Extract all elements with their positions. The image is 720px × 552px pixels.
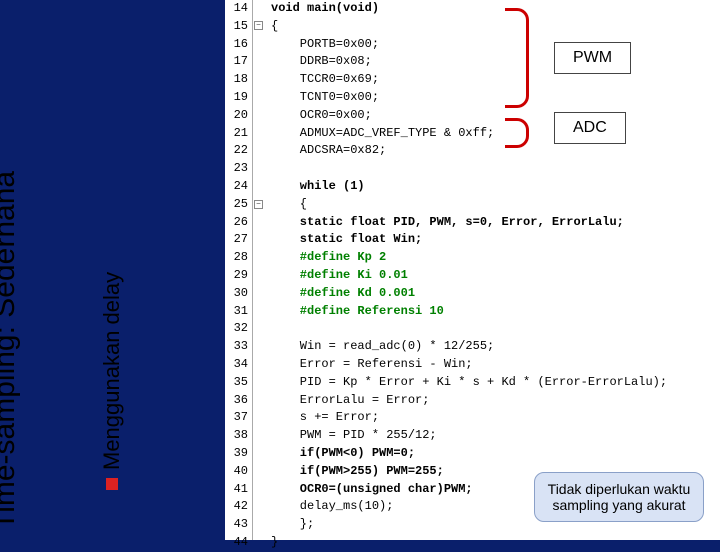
- line-number: 40: [225, 463, 248, 481]
- line-number: 26: [225, 214, 248, 232]
- line-number: 15: [225, 18, 248, 36]
- line-number: 20: [225, 107, 248, 125]
- line-number-gutter: 1415161718192021222324252627282930313233…: [225, 0, 253, 540]
- subtitle-text: Menggunakan delay: [99, 272, 125, 470]
- line-number: 30: [225, 285, 248, 303]
- code-line: #define Kd 0.001: [271, 285, 720, 303]
- line-number: 38: [225, 427, 248, 445]
- code-line: [271, 160, 720, 178]
- code-line: void main(void): [271, 0, 720, 18]
- line-number: 41: [225, 481, 248, 499]
- code-line: ADMUX=ADC_VREF_TYPE & 0xff;: [271, 125, 720, 143]
- slide-subtitle: Menggunakan delay: [99, 272, 125, 490]
- brace-icon: [505, 118, 529, 148]
- code-line: ErrorLalu = Error;: [271, 392, 720, 410]
- line-number: 18: [225, 71, 248, 89]
- annotation-pwm: PWM: [554, 42, 631, 74]
- line-number: 19: [225, 89, 248, 107]
- line-number: 35: [225, 374, 248, 392]
- line-number: 23: [225, 160, 248, 178]
- brace-icon: [505, 8, 529, 108]
- line-number: 32: [225, 320, 248, 338]
- line-number: 17: [225, 53, 248, 71]
- line-number: 25: [225, 196, 248, 214]
- code-line: {: [271, 196, 720, 214]
- line-number: 27: [225, 231, 248, 249]
- code-line: #define Ki 0.01: [271, 267, 720, 285]
- code-line: TCCR0=0x69;: [271, 71, 720, 89]
- line-number: 29: [225, 267, 248, 285]
- code-line: Error = Referensi - Win;: [271, 356, 720, 374]
- line-number: 22: [225, 142, 248, 160]
- code-line: Win = read_adc(0) * 12/255;: [271, 338, 720, 356]
- slide-title: Time-sampling: Sederhana: [0, 171, 22, 530]
- code-line: static float PID, PWM, s=0, Error, Error…: [271, 214, 720, 232]
- line-number: 31: [225, 303, 248, 321]
- code-line: PWM = PID * 255/12;: [271, 427, 720, 445]
- code-line: OCR0=0x00;: [271, 107, 720, 125]
- line-number: 14: [225, 0, 248, 18]
- line-number: 37: [225, 409, 248, 427]
- line-number: 44: [225, 534, 248, 552]
- line-number: 33: [225, 338, 248, 356]
- code-line: PID = Kp * Error + Ki * s + Kd * (Error-…: [271, 374, 720, 392]
- code-line: if(PWM<0) PWM=0;: [271, 445, 720, 463]
- line-number: 24: [225, 178, 248, 196]
- code-line: static float Win;: [271, 231, 720, 249]
- code-line: #define Referensi 10: [271, 303, 720, 321]
- code-content: void main(void){ PORTB=0x00; DDRB=0x08; …: [265, 0, 720, 540]
- annotation-adc: ADC: [554, 112, 626, 144]
- fold-column: − −: [253, 0, 265, 540]
- line-number: 34: [225, 356, 248, 374]
- line-number: 42: [225, 498, 248, 516]
- code-line: {: [271, 18, 720, 36]
- line-number: 43: [225, 516, 248, 534]
- code-line: while (1): [271, 178, 720, 196]
- code-editor: 1415161718192021222324252627282930313233…: [225, 0, 720, 540]
- code-line: s += Error;: [271, 409, 720, 427]
- line-number: 28: [225, 249, 248, 267]
- line-number: 16: [225, 36, 248, 54]
- code-line: }: [271, 534, 720, 552]
- line-number: 39: [225, 445, 248, 463]
- code-line: ADCSRA=0x82;: [271, 142, 720, 160]
- fold-icon[interactable]: −: [254, 200, 263, 209]
- line-number: 21: [225, 125, 248, 143]
- code-line: #define Kp 2: [271, 249, 720, 267]
- code-line: TCNT0=0x00;: [271, 89, 720, 107]
- fold-icon[interactable]: −: [254, 21, 263, 30]
- code-line: [271, 320, 720, 338]
- callout-note: Tidak diperlukan waktu sampling yang aku…: [534, 472, 704, 522]
- code-line: DDRB=0x08;: [271, 53, 720, 71]
- code-line: PORTB=0x00;: [271, 36, 720, 54]
- line-number: 36: [225, 392, 248, 410]
- bullet-icon: [106, 478, 118, 490]
